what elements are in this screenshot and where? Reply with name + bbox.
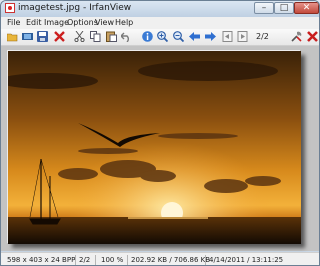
status-zoom: 100 % <box>101 256 124 264</box>
status-bar: 598 x 403 x 24 BPP 2/2 100 % 202.92 KB /… <box>1 252 319 265</box>
first-page-icon[interactable] <box>222 31 233 42</box>
menu-bar: File Edit Image Options View Help <box>1 17 319 29</box>
filmstrip-icon[interactable] <box>22 31 33 42</box>
menu-file[interactable]: File <box>7 18 20 27</box>
menu-options[interactable]: Options <box>67 18 98 27</box>
status-divider <box>127 255 128 265</box>
zoom-out-icon[interactable] <box>173 31 184 42</box>
menu-view[interactable]: View <box>95 18 114 27</box>
next-arrow-icon[interactable] <box>205 31 216 42</box>
delete-icon[interactable] <box>54 31 65 42</box>
close-button[interactable]: ✕ <box>294 2 319 14</box>
save-icon[interactable] <box>37 31 48 42</box>
sunset-image <box>8 51 301 244</box>
title-bar[interactable]: imagetest.jpg - IrfanView – □ ✕ <box>1 1 319 17</box>
last-page-icon[interactable] <box>237 31 248 42</box>
status-date: 4/14/2011 / 13:11:25 <box>209 256 284 264</box>
window-title: imagetest.jpg - IrfanView <box>18 3 132 13</box>
status-divider <box>205 255 206 265</box>
info-icon[interactable] <box>142 31 153 42</box>
zoom-in-icon[interactable] <box>157 31 168 42</box>
copy-icon[interactable] <box>90 31 101 42</box>
page-counter: 2/2 <box>256 32 269 41</box>
status-page: 2/2 <box>79 256 91 264</box>
menu-help[interactable]: Help <box>115 18 133 27</box>
maximize-button[interactable]: □ <box>274 2 294 14</box>
status-dimensions: 598 x 403 x 24 BPP <box>7 256 76 264</box>
settings-icon[interactable] <box>291 31 302 42</box>
menu-edit[interactable]: Edit <box>26 18 42 27</box>
irfanview-app-icon[interactable] <box>5 3 15 13</box>
status-divider <box>95 255 96 265</box>
exit-icon[interactable] <box>307 31 318 42</box>
minimize-button[interactable]: – <box>254 2 274 14</box>
paste-icon[interactable] <box>106 31 117 42</box>
menu-image[interactable]: Image <box>44 18 69 27</box>
status-divider <box>75 255 76 265</box>
irfanview-window: imagetest.jpg - IrfanView – □ ✕ File Edi… <box>0 0 320 266</box>
undo-icon[interactable] <box>121 31 132 42</box>
image-canvas[interactable] <box>1 46 319 251</box>
cut-icon[interactable] <box>74 31 85 42</box>
sunset-photo <box>8 51 301 244</box>
previous-arrow-icon[interactable] <box>189 31 200 42</box>
toolbar: 2/2 <box>1 29 319 46</box>
status-file-size: 202.92 KB / 706.86 KB <box>131 256 211 264</box>
open-folder-icon[interactable] <box>7 31 18 42</box>
